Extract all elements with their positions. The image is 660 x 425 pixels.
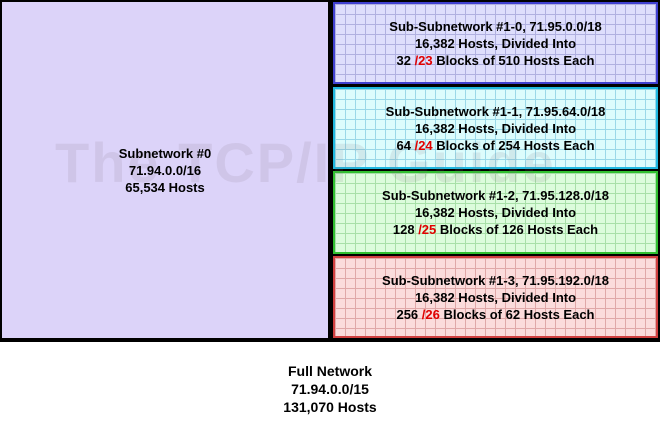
sub-subnetwork-hosts: 16,382 Hosts, Divided Into — [414, 120, 577, 136]
block-description: Blocks of 254 Hosts Each — [436, 137, 595, 153]
sub-subnetwork-blocks: 32 /23 Blocks of 510 Hosts Each — [389, 52, 601, 69]
prefix-length: /25 — [418, 222, 437, 237]
block-description: Blocks of 510 Hosts Each — [436, 52, 595, 68]
network-diagram: Subnetwork #0 71.94.0.0/16 65,534 Hosts … — [0, 0, 660, 342]
sub-subnetwork-hosts: 16,382 Hosts, Divided Into — [414, 205, 577, 220]
sub-subnetwork-blocks: 64 /24 Blocks of 254 Hosts Each — [386, 137, 606, 154]
sub-subnetwork-1-3-block: Sub-Subnetwork #1-3, 71.95.192.0/18 16,3… — [333, 256, 658, 338]
prefix-length: /26 — [421, 306, 440, 322]
subnetwork-0-block: Subnetwork #0 71.94.0.0/16 65,534 Hosts — [2, 2, 328, 338]
subnetwork-0-title: Subnetwork #0 — [118, 145, 212, 161]
block-count: 32 — [396, 52, 411, 68]
sub-subnetwork-1-1-block: Sub-Subnetwork #1-1, 71.95.64.0/18 16,38… — [333, 87, 658, 169]
sub-subnetwork-title: Sub-Subnetwork #1-1, 71.95.64.0/18 — [385, 103, 606, 119]
sub-subnetwork-hosts: 16,382 Hosts, Divided Into — [414, 35, 577, 51]
prefix-length: /24 — [414, 137, 433, 153]
sub-subnetwork-1-2-label: Sub-Subnetwork #1-2, 71.95.128.0/18 16,3… — [382, 187, 609, 238]
sub-subnetwork-blocks: 128 /25 Blocks of 126 Hosts Each — [382, 221, 609, 238]
sub-subnetwork-1-0-label: Sub-Subnetwork #1-0, 71.95.0.0/18 16,382… — [389, 18, 601, 69]
full-network-hosts: 131,070 Hosts — [283, 399, 377, 415]
sub-subnetwork-title: Sub-Subnetwork #1-0, 71.95.0.0/18 — [389, 18, 602, 34]
block-count: 64 — [396, 137, 411, 153]
block-count: 256 — [396, 306, 419, 322]
sub-subnetwork-1-3-label: Sub-Subnetwork #1-3, 71.95.192.0/18 16,3… — [382, 272, 609, 323]
sub-subnetwork-title: Sub-Subnetwork #1-2, 71.95.128.0/18 — [382, 188, 609, 203]
block-count: 128 — [392, 222, 415, 237]
subnetwork-0-hosts: 65,534 Hosts — [125, 179, 205, 195]
prefix-length: /23 — [414, 52, 433, 68]
block-description: Blocks of 126 Hosts Each — [439, 222, 599, 237]
subnetwork-0-address: 71.94.0.0/16 — [128, 162, 202, 178]
sub-subnetwork-1-1-label: Sub-Subnetwork #1-1, 71.95.64.0/18 16,38… — [386, 103, 606, 154]
sub-subnetwork-1-0-block: Sub-Subnetwork #1-0, 71.95.0.0/18 16,382… — [333, 2, 658, 84]
sub-subnetwork-1-2-block: Sub-Subnetwork #1-2, 71.95.128.0/18 16,3… — [333, 171, 658, 254]
sub-subnetwork-blocks: 256 /26 Blocks of 62 Hosts Each — [382, 306, 609, 323]
sub-subnetwork-title: Sub-Subnetwork #1-3, 71.95.192.0/18 — [382, 272, 609, 288]
block-description: Blocks of 62 Hosts Each — [443, 306, 595, 322]
full-network-title: Full Network — [287, 363, 372, 379]
sub-subnetwork-hosts: 16,382 Hosts, Divided Into — [414, 289, 577, 305]
full-network-address: 71.94.0.0/15 — [291, 381, 369, 397]
subnetwork-0-label: Subnetwork #0 71.94.0.0/16 65,534 Hosts — [119, 145, 211, 196]
full-network-caption: Full Network 71.94.0.0/15 131,070 Hosts — [0, 362, 660, 416]
